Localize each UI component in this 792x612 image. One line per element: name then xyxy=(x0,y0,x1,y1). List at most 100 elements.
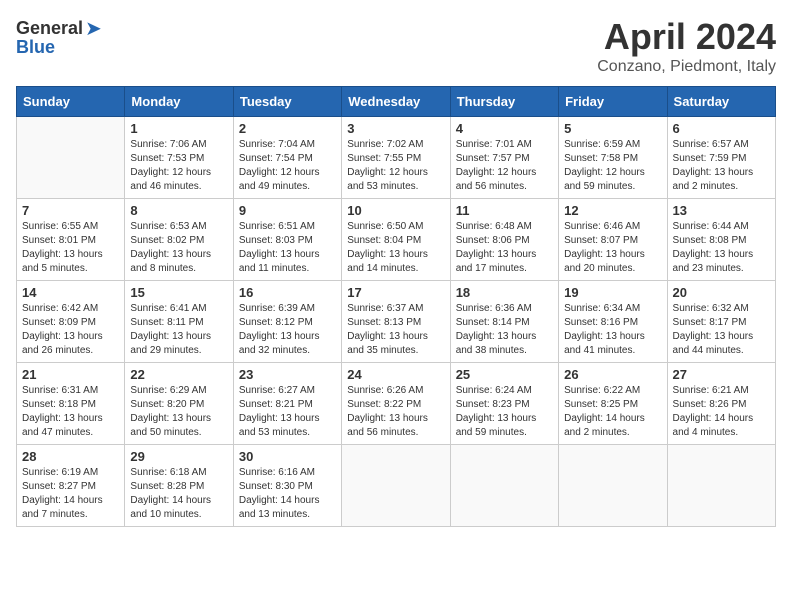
calendar-cell: 15 Sunrise: 6:41 AM Sunset: 8:11 PM Dayli… xyxy=(125,281,233,363)
day-number: 19 xyxy=(564,285,661,300)
day-info: Sunrise: 7:06 AM Sunset: 7:53 PM Dayligh… xyxy=(130,138,227,194)
calendar-header-tuesday: Tuesday xyxy=(233,87,341,117)
title-block: April 2024 Conzano, Piedmont, Italy xyxy=(597,16,776,76)
calendar-cell xyxy=(667,445,775,527)
calendar-cell: 8 Sunrise: 6:53 AM Sunset: 8:02 PM Daylig… xyxy=(125,199,233,281)
calendar-cell: 4 Sunrise: 7:01 AM Sunset: 7:57 PM Daylig… xyxy=(450,117,558,199)
day-number: 25 xyxy=(456,367,553,382)
day-number: 6 xyxy=(673,121,770,136)
calendar-header-friday: Friday xyxy=(559,87,667,117)
calendar-header-wednesday: Wednesday xyxy=(342,87,450,117)
day-number: 4 xyxy=(456,121,553,136)
day-info: Sunrise: 7:01 AM Sunset: 7:57 PM Dayligh… xyxy=(456,138,553,194)
location-text: Conzano, Piedmont, Italy xyxy=(597,58,776,76)
calendar-cell: 6 Sunrise: 6:57 AM Sunset: 7:59 PM Daylig… xyxy=(667,117,775,199)
day-info: Sunrise: 6:36 AM Sunset: 8:14 PM Dayligh… xyxy=(456,302,553,358)
day-number: 30 xyxy=(239,449,336,464)
day-info: Sunrise: 6:48 AM Sunset: 8:06 PM Dayligh… xyxy=(456,220,553,276)
day-number: 29 xyxy=(130,449,227,464)
calendar-cell: 27 Sunrise: 6:21 AM Sunset: 8:26 PM Dayli… xyxy=(667,363,775,445)
calendar-cell: 10Sunrise: 6:50 AM Sunset: 8:04 PM Dayli… xyxy=(342,199,450,281)
calendar-header-monday: Monday xyxy=(125,87,233,117)
calendar-cell: 25 Sunrise: 6:24 AM Sunset: 8:23 PM Dayli… xyxy=(450,363,558,445)
calendar-week-row: 14Sunrise: 6:42 AM Sunset: 8:09 PM Dayli… xyxy=(17,281,776,363)
day-info: Sunrise: 7:04 AM Sunset: 7:54 PM Dayligh… xyxy=(239,138,336,194)
calendar-table: SundayMondayTuesdayWednesdayThursdayFrid… xyxy=(16,86,776,527)
calendar-cell: 19 Sunrise: 6:34 AM Sunset: 8:16 PM Dayli… xyxy=(559,281,667,363)
day-number: 12 xyxy=(564,203,661,218)
calendar-cell: 20 Sunrise: 6:32 AM Sunset: 8:17 PM Dayli… xyxy=(667,281,775,363)
calendar-week-row: 7 Sunrise: 6:55 AM Sunset: 8:01 PM Daylig… xyxy=(17,199,776,281)
day-number: 11 xyxy=(456,203,553,218)
day-info: Sunrise: 6:31 AM Sunset: 8:18 PM Dayligh… xyxy=(22,384,119,440)
day-info: Sunrise: 6:51 AM Sunset: 8:03 PM Dayligh… xyxy=(239,220,336,276)
calendar-cell: 16Sunrise: 6:39 AM Sunset: 8:12 PM Dayli… xyxy=(233,281,341,363)
day-info: Sunrise: 6:19 AM Sunset: 8:27 PM Dayligh… xyxy=(22,466,119,522)
day-number: 1 xyxy=(130,121,227,136)
calendar-cell: 14Sunrise: 6:42 AM Sunset: 8:09 PM Dayli… xyxy=(17,281,125,363)
day-number: 24 xyxy=(347,367,444,382)
day-info: Sunrise: 6:32 AM Sunset: 8:17 PM Dayligh… xyxy=(673,302,770,358)
page-header: General ➤ Blue April 2024 Conzano, Piedm… xyxy=(16,16,776,76)
calendar-cell: 29 Sunrise: 6:18 AM Sunset: 8:28 PM Dayli… xyxy=(125,445,233,527)
day-info: Sunrise: 6:29 AM Sunset: 8:20 PM Dayligh… xyxy=(130,384,227,440)
day-number: 10 xyxy=(347,203,444,218)
day-number: 9 xyxy=(239,203,336,218)
calendar-cell: 18 Sunrise: 6:36 AM Sunset: 8:14 PM Dayli… xyxy=(450,281,558,363)
calendar-cell: 12 Sunrise: 6:46 AM Sunset: 8:07 PM Dayli… xyxy=(559,199,667,281)
calendar-header-saturday: Saturday xyxy=(667,87,775,117)
logo-blue-text: Blue xyxy=(16,37,55,58)
day-info: Sunrise: 6:16 AM Sunset: 8:30 PM Dayligh… xyxy=(239,466,336,522)
day-number: 3 xyxy=(347,121,444,136)
day-number: 13 xyxy=(673,203,770,218)
day-info: Sunrise: 6:41 AM Sunset: 8:11 PM Dayligh… xyxy=(130,302,227,358)
day-number: 2 xyxy=(239,121,336,136)
day-info: Sunrise: 6:34 AM Sunset: 8:16 PM Dayligh… xyxy=(564,302,661,358)
day-info: Sunrise: 6:55 AM Sunset: 8:01 PM Dayligh… xyxy=(22,220,119,276)
month-title: April 2024 xyxy=(597,16,776,58)
day-info: Sunrise: 6:18 AM Sunset: 8:28 PM Dayligh… xyxy=(130,466,227,522)
calendar-header-row: SundayMondayTuesdayWednesdayThursdayFrid… xyxy=(17,87,776,117)
day-info: Sunrise: 6:39 AM Sunset: 8:12 PM Dayligh… xyxy=(239,302,336,358)
calendar-cell: 17Sunrise: 6:37 AM Sunset: 8:13 PM Dayli… xyxy=(342,281,450,363)
day-number: 8 xyxy=(130,203,227,218)
day-info: Sunrise: 6:21 AM Sunset: 8:26 PM Dayligh… xyxy=(673,384,770,440)
calendar-week-row: 28 Sunrise: 6:19 AM Sunset: 8:27 PM Dayli… xyxy=(17,445,776,527)
calendar-cell: 30 Sunrise: 6:16 AM Sunset: 8:30 PM Dayli… xyxy=(233,445,341,527)
day-info: Sunrise: 6:57 AM Sunset: 7:59 PM Dayligh… xyxy=(673,138,770,194)
calendar-week-row: 1 Sunrise: 7:06 AM Sunset: 7:53 PM Daylig… xyxy=(17,117,776,199)
day-number: 20 xyxy=(673,285,770,300)
day-number: 28 xyxy=(22,449,119,464)
day-info: Sunrise: 6:59 AM Sunset: 7:58 PM Dayligh… xyxy=(564,138,661,194)
calendar-cell: 2 Sunrise: 7:04 AM Sunset: 7:54 PM Daylig… xyxy=(233,117,341,199)
calendar-cell xyxy=(342,445,450,527)
calendar-cell: 21 Sunrise: 6:31 AM Sunset: 8:18 PM Dayli… xyxy=(17,363,125,445)
calendar-cell: 11 Sunrise: 6:48 AM Sunset: 8:06 PM Dayli… xyxy=(450,199,558,281)
day-info: Sunrise: 6:46 AM Sunset: 8:07 PM Dayligh… xyxy=(564,220,661,276)
calendar-cell: 24 Sunrise: 6:26 AM Sunset: 8:22 PM Dayli… xyxy=(342,363,450,445)
day-number: 21 xyxy=(22,367,119,382)
day-info: Sunrise: 7:02 AM Sunset: 7:55 PM Dayligh… xyxy=(347,138,444,194)
calendar-cell xyxy=(450,445,558,527)
day-number: 18 xyxy=(456,285,553,300)
day-info: Sunrise: 6:53 AM Sunset: 8:02 PM Dayligh… xyxy=(130,220,227,276)
day-number: 22 xyxy=(130,367,227,382)
day-info: Sunrise: 6:44 AM Sunset: 8:08 PM Dayligh… xyxy=(673,220,770,276)
calendar-cell: 5Sunrise: 6:59 AM Sunset: 7:58 PM Daylig… xyxy=(559,117,667,199)
day-info: Sunrise: 6:26 AM Sunset: 8:22 PM Dayligh… xyxy=(347,384,444,440)
day-number: 7 xyxy=(22,203,119,218)
calendar-cell xyxy=(559,445,667,527)
day-number: 15 xyxy=(130,285,227,300)
calendar-cell: 9 Sunrise: 6:51 AM Sunset: 8:03 PM Daylig… xyxy=(233,199,341,281)
day-number: 23 xyxy=(239,367,336,382)
day-number: 27 xyxy=(673,367,770,382)
calendar-header-sunday: Sunday xyxy=(17,87,125,117)
calendar-cell: 3 Sunrise: 7:02 AM Sunset: 7:55 PM Daylig… xyxy=(342,117,450,199)
day-info: Sunrise: 6:24 AM Sunset: 8:23 PM Dayligh… xyxy=(456,384,553,440)
day-number: 14 xyxy=(22,285,119,300)
calendar-cell: 26Sunrise: 6:22 AM Sunset: 8:25 PM Dayli… xyxy=(559,363,667,445)
calendar-cell: 7 Sunrise: 6:55 AM Sunset: 8:01 PM Daylig… xyxy=(17,199,125,281)
day-info: Sunrise: 6:27 AM Sunset: 8:21 PM Dayligh… xyxy=(239,384,336,440)
calendar-header-thursday: Thursday xyxy=(450,87,558,117)
calendar-cell: 1 Sunrise: 7:06 AM Sunset: 7:53 PM Daylig… xyxy=(125,117,233,199)
